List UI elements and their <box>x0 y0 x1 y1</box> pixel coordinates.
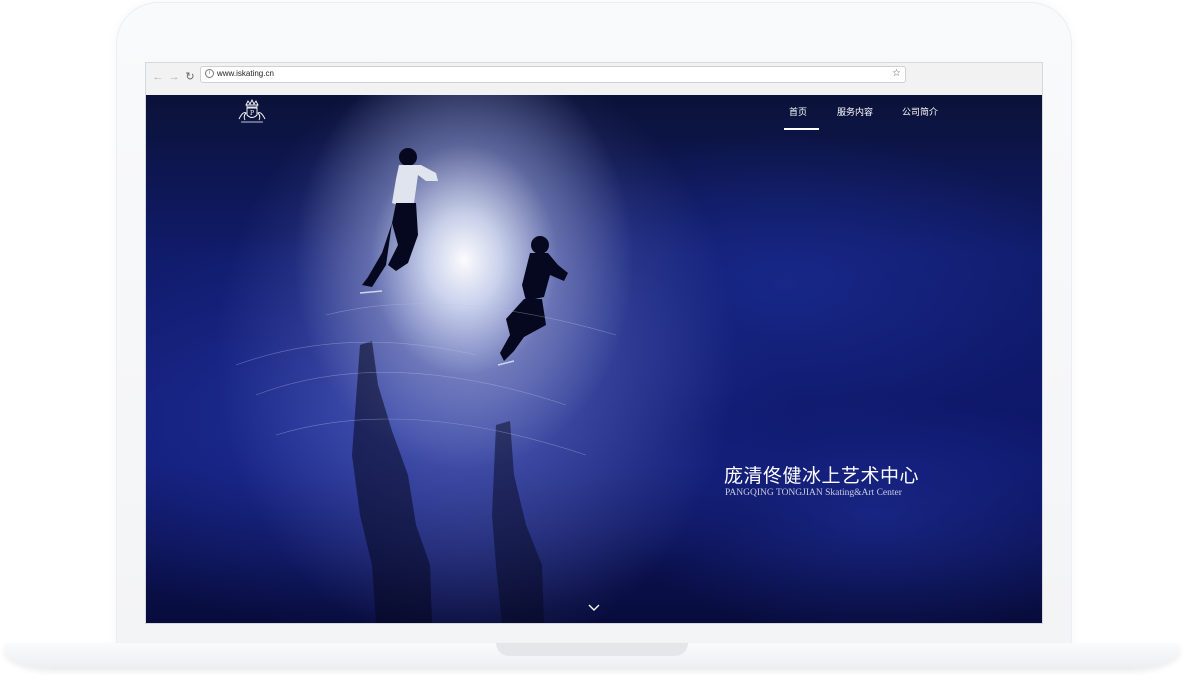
laptop-notch <box>496 643 688 656</box>
arrow-left-icon[interactable]: ← <box>150 69 166 85</box>
star-icon[interactable]: ☆ <box>892 67 901 81</box>
browser-window: ← → ↻ i www.iskating.cn ☆ P 首页 服务内容 公司简介 <box>145 62 1043 624</box>
hero-title: 庞清佟健冰上艺术中心 <box>724 465 920 487</box>
address-bar[interactable]: i www.iskating.cn ☆ <box>200 66 906 83</box>
url-text[interactable]: www.iskating.cn <box>217 68 274 80</box>
skaters-image <box>235 148 617 623</box>
arrow-right-icon[interactable]: → <box>166 69 182 85</box>
reload-icon[interactable]: ↻ <box>182 69 198 85</box>
browser-toolbar: ← → ↻ i www.iskating.cn ☆ <box>146 63 1042 96</box>
info-icon[interactable]: i <box>205 69 214 78</box>
hero-subtitle: PANGQING TONGJIAN Skating&Art Center <box>725 488 902 498</box>
hero-section: P 首页 服务内容 公司简介 庞清佟健冰上艺术中心 PANGQING TONGJ… <box>146 95 1042 623</box>
chevron-down-icon[interactable] <box>588 603 600 613</box>
